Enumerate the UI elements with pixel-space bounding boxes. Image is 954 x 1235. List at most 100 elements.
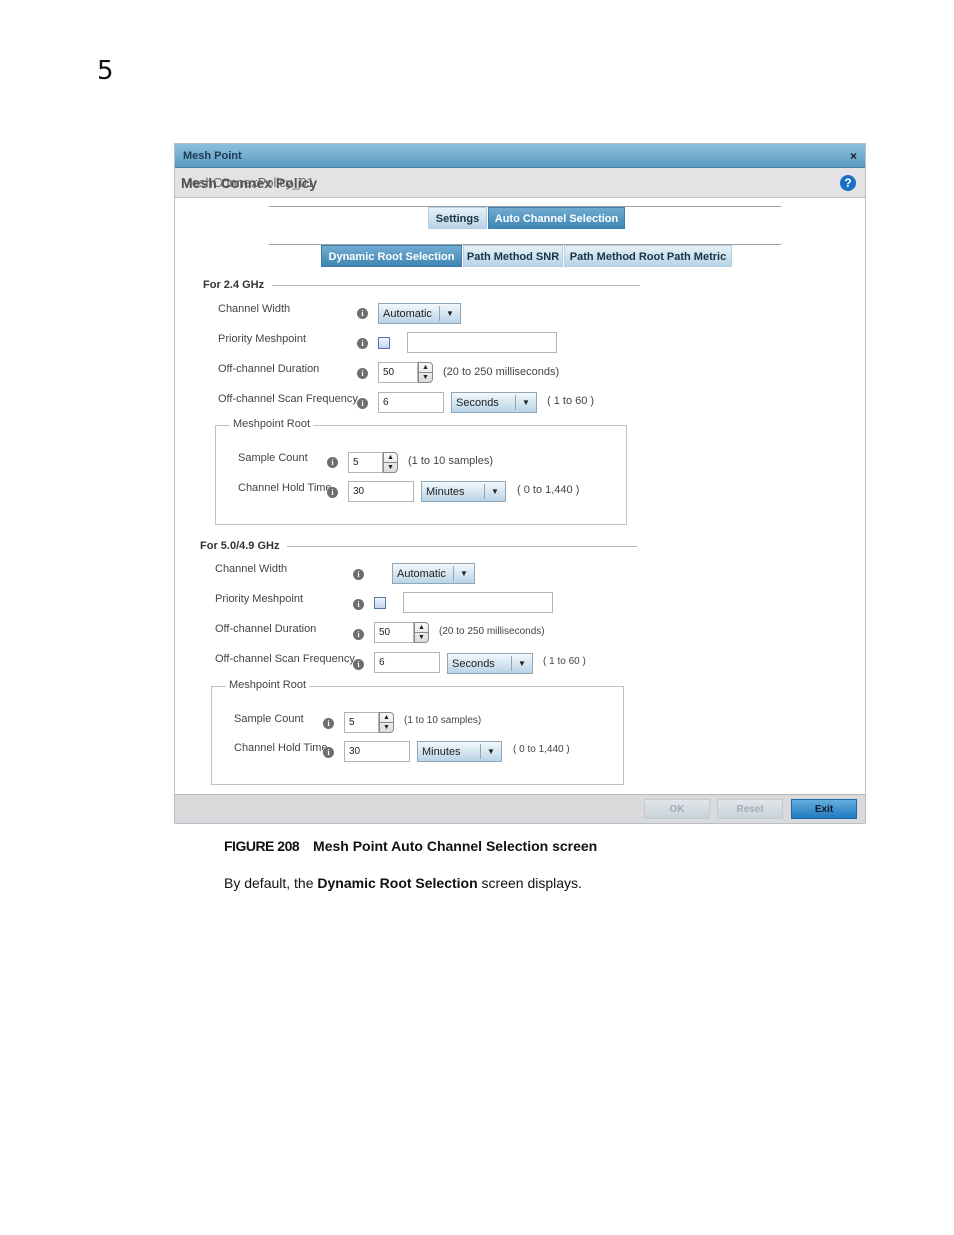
section-title: For 2.4 GHz [203,279,265,291]
paragraph-bold: Dynamic Root Selection [317,875,478,891]
page-number: 5 [97,56,114,86]
section-title: For 5.0/4.9 GHz [200,540,280,552]
meshpoint-root-group: Meshpoint Root [211,679,624,785]
exit-button[interactable]: Exit [791,799,857,819]
spin-up-icon[interactable]: ▲ [384,453,397,463]
section-header-2-4ghz: For 2.4 GHz [203,279,641,291]
subtab-path-method-root-path-metric[interactable]: Path Method Root Path Metric [564,245,732,267]
priority-meshpoint-checkbox[interactable] [378,337,390,349]
spin-down-icon[interactable]: ▼ [419,373,432,382]
info-icon[interactable]: i [357,338,368,349]
off-channel-duration-hint: (20 to 250 milliseconds) [439,626,545,637]
sample-count-hint: (1 to 10 samples) [408,455,493,467]
help-icon[interactable]: ? [840,175,856,191]
channel-hold-time-unit-select[interactable]: Minutes ▼ [421,481,506,502]
channel-hold-time-label: Channel Hold Time [238,482,332,494]
reset-button[interactable]: Reset [717,799,783,819]
off-channel-scan-frequency-input[interactable]: 6 [374,652,440,673]
channel-hold-time-unit-value: Minutes [422,745,461,758]
priority-meshpoint-input[interactable] [403,592,553,613]
info-icon[interactable]: i [327,457,338,468]
off-channel-scan-frequency-label: Off-channel Scan Frequency [215,653,355,665]
sample-count-spinner[interactable]: ▲ ▼ [379,712,394,733]
policy-label: Mesh Connex Policy [181,174,318,191]
priority-meshpoint-checkbox[interactable] [374,597,386,609]
ok-button[interactable]: OK [644,799,710,819]
off-channel-scan-frequency-label: Off-channel Scan Frequency [218,393,358,405]
mesh-point-dialog: Mesh Point × Mesh Connex Policy MeshConn… [174,143,866,824]
off-channel-duration-spinner[interactable]: ▲ ▼ [418,362,433,383]
body-paragraph: By default, the Dynamic Root Selection s… [224,875,582,891]
channel-hold-time-hint: ( 0 to 1,440 ) [513,744,570,755]
info-icon[interactable]: i [357,308,368,319]
chevron-down-icon: ▼ [511,656,532,671]
chevron-down-icon: ▼ [439,306,460,321]
section-header-5ghz: For 5.0/4.9 GHz [200,540,638,552]
channel-width-select[interactable]: Automatic ▼ [378,303,461,324]
spin-down-icon[interactable]: ▼ [380,723,393,732]
spin-up-icon[interactable]: ▲ [380,713,393,723]
priority-meshpoint-label: Priority Meshpoint [215,593,304,605]
off-channel-duration-label: Off-channel Duration [215,623,317,635]
spin-down-icon[interactable]: ▼ [384,463,397,472]
channel-width-value: Automatic [397,567,446,580]
info-icon[interactable]: i [353,629,364,640]
dialog-title: Mesh Point [183,149,242,162]
channel-hold-time-input[interactable]: 30 [344,741,410,762]
sample-count-label: Sample Count [238,452,308,464]
channel-hold-time-input[interactable]: 30 [348,481,414,502]
priority-meshpoint-label: Priority Meshpoint [218,333,307,345]
off-channel-duration-spinner[interactable]: ▲ ▼ [414,622,429,643]
off-channel-scan-frequency-hint: ( 1 to 60 ) [547,395,595,407]
off-channel-duration-label: Off-channel Duration [218,363,320,375]
channel-hold-time-unit-select[interactable]: Minutes ▼ [417,741,502,762]
subtab-path-method-snr[interactable]: Path Method SNR [463,245,563,267]
sample-count-spinner[interactable]: ▲ ▼ [383,452,398,473]
channel-width-label: Channel Width [218,303,291,315]
spin-up-icon[interactable]: ▲ [415,623,428,633]
paragraph-text-before: By default, the [224,875,318,891]
spin-down-icon[interactable]: ▼ [415,633,428,642]
section-rule [272,284,641,286]
sample-count-input[interactable]: 5 [348,452,383,473]
tab-auto-channel-selection[interactable]: Auto Channel Selection [488,207,625,229]
figure-title: Mesh Point Auto Channel Selection screen [313,838,598,854]
scan-frequency-unit-value: Seconds [452,657,495,670]
info-icon[interactable]: i [323,718,334,729]
scan-frequency-unit-select[interactable]: Seconds ▼ [451,392,537,413]
chevron-down-icon: ▼ [515,395,536,410]
scan-frequency-unit-value: Seconds [456,396,499,409]
info-icon[interactable]: i [353,659,364,670]
sample-count-input[interactable]: 5 [344,712,379,733]
figure-number: FIGURE 208 [224,838,300,854]
paragraph-text-after: screen displays. [477,875,582,891]
info-icon[interactable]: i [353,599,364,610]
info-icon[interactable]: i [357,368,368,379]
close-icon[interactable]: × [850,149,857,163]
channel-hold-time-label: Channel Hold Time [234,742,328,754]
subtab-dynamic-root-selection[interactable]: Dynamic Root Selection [321,245,462,267]
info-icon[interactable]: i [327,487,338,498]
tab-settings[interactable]: Settings [428,207,487,229]
off-channel-duration-hint: (20 to 250 milliseconds) [443,366,560,378]
meshpoint-root-legend: Meshpoint Root [226,679,310,691]
spin-up-icon[interactable]: ▲ [419,363,432,373]
off-channel-duration-input[interactable]: 50 [374,622,414,643]
dialog-titlebar: Mesh Point × [175,144,865,168]
chevron-down-icon: ▼ [484,484,505,499]
chevron-down-icon: ▼ [453,566,474,581]
off-channel-duration-input[interactable]: 50 [378,362,418,383]
channel-width-value: Automatic [383,307,432,320]
channel-width-select[interactable]: Automatic ▼ [392,563,475,584]
info-icon[interactable]: i [353,569,364,580]
meshpoint-root-group: Meshpoint Root [215,418,627,525]
section-rule [287,545,638,547]
meshpoint-root-legend: Meshpoint Root [230,418,314,430]
chevron-down-icon: ▼ [480,744,501,759]
off-channel-scan-frequency-input[interactable]: 6 [378,392,444,413]
policy-bar: Mesh Connex Policy MeshConnexPolicy_01 ? [175,168,865,198]
info-icon[interactable]: i [357,398,368,409]
info-icon[interactable]: i [323,747,334,758]
priority-meshpoint-input[interactable] [407,332,557,353]
scan-frequency-unit-select[interactable]: Seconds ▼ [447,653,533,674]
